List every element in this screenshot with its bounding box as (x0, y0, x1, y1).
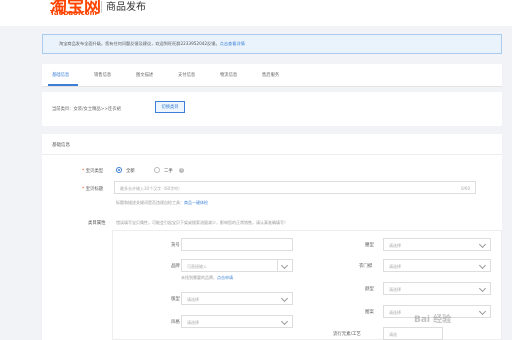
category-panel: 当前类目：女装/女士精品>>连衣裙 切换类目 (42, 92, 502, 126)
fashion-select[interactable]: 请选择 (383, 282, 491, 295)
option-new-label[interactable]: 全新 (126, 168, 135, 174)
waist-label: 腰型 (365, 243, 374, 248)
tab-after-sales[interactable]: 售后服务 (262, 72, 279, 78)
item-title-label: * 宝贝标题 (82, 186, 103, 192)
title-tip-text: 标题和描述关键词是否违规自检工具： (116, 200, 184, 205)
category-attr-tip: 错误填写宝贝属性，可能会引起宝贝下架或搜索流量减少，影响您的正常销售，请认真准确… (116, 220, 288, 225)
huohao-label: 货号 (171, 243, 180, 248)
brand-placeholder: 可直接输入 (187, 264, 207, 269)
brand-dropdown-toggle[interactable] (277, 260, 292, 271)
title-tip: 标题和描述关键词是否违规自检工具：商品一键体检 (116, 200, 208, 206)
section-divider (42, 154, 502, 155)
chevron-down-icon (478, 284, 487, 293)
brand-tip-text: 未找到需要的品牌， (181, 275, 217, 280)
style-select[interactable]: 请选择 (181, 292, 293, 305)
notice-link[interactable]: 点击查看详情 (220, 41, 245, 46)
option-used-label[interactable]: 二手 (164, 168, 173, 174)
style-placeholder: 请选择 (187, 297, 199, 302)
switch-category-button[interactable]: 切换类目 (155, 101, 185, 113)
active-tab-indicator (48, 84, 78, 86)
placket-select[interactable]: 请选择 (383, 259, 491, 272)
logo-divider (101, 1, 102, 13)
radio-used[interactable] (154, 167, 160, 173)
genre-placeholder: 请选择 (187, 320, 199, 325)
current-category: 当前类目：女装/女士精品>>连衣裙 (52, 107, 121, 112)
notice-text: 淘宝商品发布全面升级，您有任何问题反馈及建议，欢迎到旺旺群2233952042反… (59, 41, 245, 47)
notice-banner: 淘宝商品发布全面升级，您有任何问题反馈及建议，欢迎到旺旺群2233952042反… (42, 34, 502, 54)
item-title-label-text: 宝贝标题 (85, 187, 104, 192)
radio-new[interactable] (116, 167, 122, 173)
tab-logistics-info[interactable]: 物流信息 (220, 72, 237, 78)
brand-label: 品牌 (171, 264, 180, 269)
genre-label: 风格 (171, 320, 180, 325)
form-tabs: 基础信息 销售信息 图文描述 支付信息 物流信息 售后服务 (42, 64, 502, 87)
top-bar: 淘宝网 Taobao.com 商品发布 (0, 0, 512, 26)
title-check-link[interactable]: 商品一键体检 (184, 200, 208, 205)
baidu-jingyan-watermark: Bai 经验 (414, 315, 452, 325)
item-title-counter: 0/60 (461, 186, 470, 191)
chevron-down-icon (280, 317, 289, 326)
popular-elements-select[interactable]: 请选 (383, 327, 443, 340)
taobao-logo-en: Taobao.com (50, 9, 97, 17)
style-label: 版型 (171, 297, 180, 302)
notice-message: 淘宝商品发布全面升级，您有任何问题反馈及建议，欢迎到旺旺群2233952042反… (59, 41, 220, 46)
basic-info-form: 基础信息 * 宝贝类型 全新 二手 ? * 宝贝标题 最多允许输入30个汉字（6… (42, 134, 502, 340)
chevron-down-icon (478, 307, 487, 316)
pattern-placeholder: 请选择 (389, 310, 401, 315)
popular-elements-label: 流行元素/工艺 (333, 332, 361, 337)
item-type-label-text: 宝贝类型 (85, 169, 104, 174)
chevron-down-icon (280, 294, 289, 303)
brand-apply-link[interactable]: 点击申请 (217, 275, 233, 280)
genre-select[interactable]: 请选择 (181, 315, 293, 328)
waist-select[interactable]: 请选择 (383, 238, 491, 251)
chevron-down-icon (280, 261, 289, 270)
popular-elements-placeholder: 请选 (389, 332, 397, 337)
item-title-placeholder: 最多允许输入30个汉字（60字符） (120, 186, 183, 191)
tab-sales-info[interactable]: 销售信息 (94, 72, 111, 78)
placket-placeholder: 请选择 (389, 264, 401, 269)
tab-description[interactable]: 图文描述 (136, 72, 153, 78)
item-title-input[interactable]: 最多允许输入30个汉字（60字符） 0/60 (114, 181, 476, 194)
tab-basic-info[interactable]: 基础信息 (52, 72, 69, 78)
placket-label: 衣门襟 (359, 264, 373, 269)
help-icon[interactable]: ? (179, 168, 184, 173)
waist-placeholder: 请选择 (389, 243, 401, 248)
page-title: 商品发布 (106, 2, 146, 13)
tab-payment-info[interactable]: 支付信息 (178, 72, 195, 78)
fashion-placeholder: 请选择 (389, 287, 401, 292)
category-attr-label: 类目属性 (88, 221, 106, 226)
huohao-input[interactable] (181, 238, 293, 251)
chevron-down-icon (478, 240, 487, 249)
pattern-label: 图案 (365, 310, 374, 315)
chevron-down-icon (478, 261, 487, 270)
brand-select[interactable]: 可直接输入 (181, 259, 293, 272)
brand-tip: 未找到需要的品牌，点击申请 (181, 275, 233, 281)
fashion-label: 颜型 (365, 287, 374, 292)
item-type-label: * 宝贝类型 (82, 168, 103, 174)
section-title: 基础信息 (52, 143, 70, 148)
